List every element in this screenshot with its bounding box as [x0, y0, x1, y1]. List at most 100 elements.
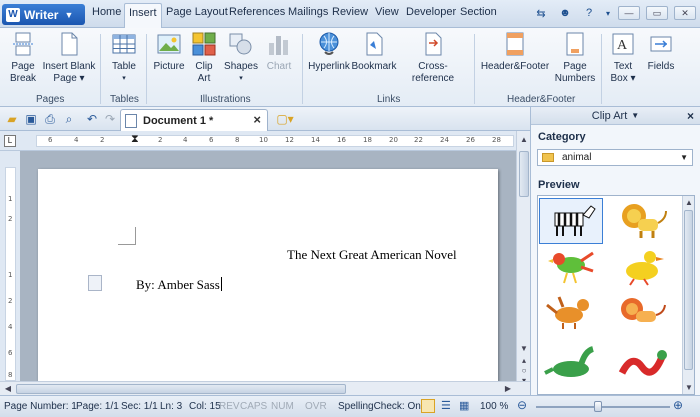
redo-icon[interactable]: ↷: [102, 111, 118, 127]
chevron-down-icon: ▾: [122, 75, 126, 82]
clip-art-serpent[interactable]: [610, 338, 674, 384]
chevron-down-icon[interactable]: ▼: [631, 111, 639, 120]
text-box-button[interactable]: A Text Box ▾: [608, 31, 638, 85]
scroll-up-icon[interactable]: ▲: [683, 197, 694, 209]
clip-art-pane: Clip Art ▼ × Category animal ▼ Preview ▲…: [530, 107, 700, 395]
cross-reference-button[interactable]: Cross-reference: [400, 31, 466, 85]
clip-art-button[interactable]: Clip Art: [190, 31, 218, 85]
picture-button[interactable]: Picture: [153, 31, 185, 73]
fields-icon: [650, 36, 672, 52]
ruler-tick: 16: [337, 136, 346, 144]
tab-developer[interactable]: Developer: [406, 6, 456, 18]
tab-insert[interactable]: Insert: [124, 3, 162, 29]
page-numbers-button[interactable]: Page Numbers: [555, 31, 595, 85]
clip-art-zebra[interactable]: [539, 198, 603, 244]
ruler-tick: 8: [8, 371, 13, 379]
hyperlink-button[interactable]: Hyperlink: [308, 31, 350, 73]
status-spelling-check[interactable]: SpellingCheck: On: [338, 401, 421, 412]
indent-marker-icon[interactable]: ⧗: [131, 133, 139, 146]
header-footer-button[interactable]: Header&Footer: [481, 31, 549, 73]
status-page-number[interactable]: Page Number: 1: [4, 401, 77, 412]
zoom-in-icon[interactable]: ⊕: [673, 398, 683, 412]
scroll-up-icon[interactable]: ▲: [518, 134, 530, 146]
horizontal-scrollbar[interactable]: ◀ ▶: [0, 381, 530, 395]
scroll-down-icon[interactable]: ▼: [518, 343, 530, 355]
zoom-level: 100 %: [480, 401, 509, 412]
margin-corner-mark: [118, 227, 136, 245]
close-button[interactable]: ✕: [674, 6, 696, 20]
web-layout-view-icon[interactable]: ▦: [459, 399, 469, 412]
skin-icon[interactable]: ☻: [556, 5, 574, 21]
group-separator: [601, 34, 602, 104]
minimize-button[interactable]: —: [618, 6, 640, 20]
print-preview-icon[interactable]: ⌕: [61, 111, 77, 127]
category-select[interactable]: animal ▼: [537, 149, 693, 166]
save-icon[interactable]: ▣: [23, 111, 39, 127]
clip-art-lion[interactable]: [610, 198, 674, 244]
shapes-button[interactable]: Shapes ▾: [224, 31, 258, 85]
tab-selector[interactable]: L: [4, 135, 16, 147]
chevron-down-icon[interactable]: ▾: [604, 5, 612, 21]
scroll-right-icon[interactable]: ▶: [502, 383, 514, 395]
zoom-out-icon[interactable]: ⊖: [517, 398, 527, 412]
status-ovr[interactable]: OVR: [305, 401, 327, 412]
ruler-tick: 28: [492, 136, 501, 144]
horizontal-scroll-thumb[interactable]: [16, 384, 346, 394]
print-layout-view-icon[interactable]: [421, 399, 435, 413]
document-canvas[interactable]: The Next Great American Novel By: Amber …: [20, 151, 516, 381]
status-rev[interactable]: REV: [219, 401, 240, 412]
help-icon[interactable]: ?: [580, 5, 598, 21]
bookmark-button[interactable]: Bookmark: [352, 31, 397, 73]
preview-label: Preview: [538, 179, 580, 191]
tab-mailings[interactable]: Mailings: [288, 6, 328, 18]
ruler-tick: 8: [235, 136, 240, 144]
clip-art-lion-2[interactable]: [610, 290, 674, 336]
table-button[interactable]: Table ▾: [108, 31, 140, 85]
tab-home[interactable]: Home: [92, 6, 121, 18]
document-title-text[interactable]: The Next Great American Novel: [287, 247, 457, 263]
zoom-slider-track[interactable]: [536, 406, 670, 408]
paragraph-marker-icon[interactable]: [88, 275, 102, 291]
insert-blank-page-label-1: Insert Blank: [42, 61, 96, 72]
insert-blank-page-button[interactable]: Insert Blank Page ▾: [42, 31, 96, 85]
clip-art-parrot[interactable]: [539, 244, 603, 290]
close-icon[interactable]: ×: [687, 109, 694, 123]
tab-section[interactable]: Section: [460, 6, 497, 18]
preview-scroll-thumb[interactable]: [684, 210, 693, 370]
zoom-slider-thumb[interactable]: [594, 401, 602, 412]
chart-button[interactable]: Chart: [264, 31, 294, 73]
document-byline-text[interactable]: By: Amber Sass: [136, 277, 222, 293]
clip-art-label-2: Art: [197, 73, 211, 84]
scroll-down-icon[interactable]: ▼: [683, 382, 694, 394]
scroll-left-icon[interactable]: ◀: [2, 383, 14, 395]
vertical-scroll-thumb[interactable]: [519, 151, 529, 197]
group-label-links: Links: [377, 94, 401, 105]
tab-view[interactable]: View: [375, 6, 399, 18]
preview-scrollbar[interactable]: ▲ ▼: [682, 196, 694, 394]
tab-review[interactable]: Review: [332, 6, 368, 18]
tab-references[interactable]: References: [229, 6, 285, 18]
open-folder-icon[interactable]: ▰: [4, 111, 20, 127]
writer-app-button[interactable]: W Writer ▼: [2, 4, 85, 25]
bookmark-icon: [366, 32, 383, 56]
ruler-tick: 4: [8, 323, 13, 331]
document-page[interactable]: The Next Great American Novel By: Amber …: [38, 169, 498, 381]
clip-art-dragon[interactable]: [539, 290, 603, 336]
vertical-scrollbar[interactable]: ▲ ▼ ▴ ○ ▾: [516, 131, 530, 385]
new-document-icon[interactable]: ▢▾: [274, 111, 296, 127]
close-icon[interactable]: ×: [253, 112, 261, 127]
sync-icon[interactable]: ⇆: [532, 5, 550, 21]
tab-page-layout[interactable]: Page Layout: [166, 6, 228, 18]
text-box-label-1: Text: [613, 61, 633, 72]
undo-icon[interactable]: ↶: [84, 111, 100, 127]
document-tab[interactable]: Document 1 * ×: [120, 109, 268, 131]
clip-art-duck[interactable]: [610, 244, 674, 290]
page-break-button[interactable]: Page Break: [7, 31, 39, 85]
group-separator: [302, 34, 303, 104]
clip-art-dinosaur[interactable]: [539, 338, 603, 384]
maximize-button[interactable]: ▭: [646, 6, 668, 20]
print-icon[interactable]: ⎙: [42, 111, 58, 127]
outline-view-icon[interactable]: ☰: [441, 399, 451, 412]
menu-bar: W Writer ▼ Home Insert Page Layout Refer…: [0, 0, 700, 29]
fields-button[interactable]: Fields: [645, 31, 677, 73]
